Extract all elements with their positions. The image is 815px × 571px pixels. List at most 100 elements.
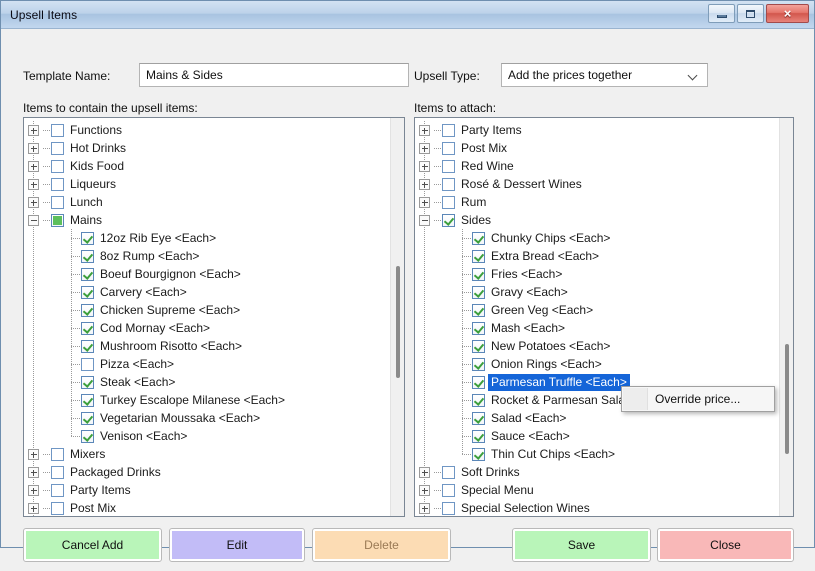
tree-node-checkbox[interactable] [442, 195, 455, 209]
tree-node[interactable]: Extra Bread <Each> [415, 247, 779, 265]
tree-node-checkbox[interactable] [51, 465, 64, 479]
minimize-button[interactable] [708, 4, 735, 23]
expand-icon[interactable] [24, 445, 43, 463]
expand-icon[interactable] [24, 193, 43, 211]
expand-icon[interactable] [415, 463, 434, 481]
maximize-button[interactable] [737, 4, 764, 23]
tree-node-checkbox[interactable] [51, 123, 64, 137]
tree-node-checkbox[interactable] [472, 411, 485, 425]
expand-icon[interactable] [415, 499, 434, 516]
tree-node-checkbox[interactable] [51, 213, 64, 227]
template-name-input[interactable] [139, 63, 409, 87]
tree-node[interactable]: Green Veg <Each> [415, 301, 779, 319]
tree-node[interactable]: Thin Cut Chips <Each> [415, 445, 779, 463]
tree-node-checkbox[interactable] [472, 321, 485, 335]
tree-node-checkbox[interactable] [442, 141, 455, 155]
tree-node-checkbox[interactable] [472, 249, 485, 263]
tree-node[interactable]: Sauce <Each> [415, 427, 779, 445]
tree-node-checkbox[interactable] [472, 393, 485, 407]
tree-node-checkbox[interactable] [472, 285, 485, 299]
upsell-type-select[interactable]: Add the prices together [501, 63, 708, 87]
tree-node[interactable]: Party Items [415, 121, 779, 139]
tree-node[interactable]: New Potatoes <Each> [415, 337, 779, 355]
edit-button[interactable]: Edit [169, 528, 305, 562]
left-tree-scrollbar[interactable] [390, 118, 404, 516]
tree-node-checkbox[interactable] [51, 447, 64, 461]
tree-node[interactable]: Special Menu [415, 481, 779, 499]
delete-button[interactable]: Delete [312, 528, 451, 562]
save-button[interactable]: Save [512, 528, 651, 562]
tree-node-checkbox[interactable] [51, 195, 64, 209]
close-dialog-button[interactable]: Close [657, 528, 794, 562]
tree-node[interactable]: Pizza <Each> [24, 355, 390, 373]
collapse-icon[interactable] [415, 211, 434, 229]
tree-node[interactable]: Chunky Chips <Each> [415, 229, 779, 247]
tree-node[interactable]: Party Items [24, 481, 390, 499]
tree-node[interactable]: Mash <Each> [415, 319, 779, 337]
expand-icon[interactable] [24, 499, 43, 516]
tree-node[interactable]: Lunch [24, 193, 390, 211]
tree-node[interactable]: 8oz Rump <Each> [24, 247, 390, 265]
tree-node[interactable]: Turkey Escalope Milanese <Each> [24, 391, 390, 409]
tree-node[interactable]: Red Wine [415, 157, 779, 175]
tree-node-checkbox[interactable] [51, 159, 64, 173]
expand-icon[interactable] [415, 175, 434, 193]
items-to-contain-tree[interactable]: Functions Hot Drinks Kids Food Liqueurs Lunc… [23, 117, 405, 517]
tree-node-checkbox[interactable] [81, 303, 94, 317]
expand-icon[interactable] [415, 121, 434, 139]
tree-node[interactable]: Onion Rings <Each> [415, 355, 779, 373]
tree-node-checkbox[interactable] [442, 177, 455, 191]
tree-node-checkbox[interactable] [51, 177, 64, 191]
tree-node-checkbox[interactable] [81, 321, 94, 335]
tree-node-checkbox[interactable] [442, 483, 455, 497]
tree-node[interactable]: Boeuf Bourgignon <Each> [24, 265, 390, 283]
tree-node-checkbox[interactable] [442, 465, 455, 479]
scrollbar-thumb[interactable] [396, 266, 400, 378]
tree-node[interactable]: Mixers [24, 445, 390, 463]
tree-node-checkbox[interactable] [472, 231, 485, 245]
expand-icon[interactable] [415, 139, 434, 157]
tree-node[interactable]: Rum [415, 193, 779, 211]
expand-icon[interactable] [24, 139, 43, 157]
tree-node[interactable]: Vegetarian Moussaka <Each> [24, 409, 390, 427]
tree-node[interactable]: Soft Drinks [415, 463, 779, 481]
items-to-attach-tree[interactable]: Party Items Post Mix Red Wine Rosé & Desser… [414, 117, 794, 517]
tree-node[interactable]: Mushroom Risotto <Each> [24, 337, 390, 355]
tree-node-checkbox[interactable] [81, 339, 94, 353]
tree-node-checkbox[interactable] [472, 339, 485, 353]
tree-node[interactable]: Post Mix [24, 499, 390, 516]
tree-node[interactable]: Cod Mornay <Each> [24, 319, 390, 337]
tree-node-checkbox[interactable] [81, 357, 94, 371]
expand-icon[interactable] [24, 175, 43, 193]
tree-node[interactable]: Kids Food [24, 157, 390, 175]
tree-node-checkbox[interactable] [442, 213, 455, 227]
scrollbar-thumb[interactable] [785, 344, 789, 454]
tree-node[interactable]: Mains [24, 211, 390, 229]
expand-icon[interactable] [24, 157, 43, 175]
tree-node-checkbox[interactable] [442, 159, 455, 173]
collapse-icon[interactable] [24, 211, 43, 229]
expand-icon[interactable] [415, 157, 434, 175]
tree-node-checkbox[interactable] [472, 429, 485, 443]
tree-node[interactable]: Fries <Each> [415, 265, 779, 283]
tree-node-checkbox[interactable] [51, 141, 64, 155]
tree-node[interactable]: Packaged Drinks [24, 463, 390, 481]
tree-node[interactable]: Sides [415, 211, 779, 229]
tree-node-checkbox[interactable] [81, 375, 94, 389]
tree-node-checkbox[interactable] [472, 303, 485, 317]
tree-node-checkbox[interactable] [472, 375, 485, 389]
tree-node-checkbox[interactable] [81, 249, 94, 263]
expand-icon[interactable] [24, 481, 43, 499]
tree-node-checkbox[interactable] [81, 411, 94, 425]
tree-node-checkbox[interactable] [81, 267, 94, 281]
tree-node[interactable]: Chicken Supreme <Each> [24, 301, 390, 319]
tree-node[interactable]: Rosé & Dessert Wines [415, 175, 779, 193]
context-menu-item-override-price[interactable]: Override price... [622, 387, 774, 411]
expand-icon[interactable] [415, 481, 434, 499]
tree-node-checkbox[interactable] [442, 501, 455, 515]
tree-node[interactable]: Hot Drinks [24, 139, 390, 157]
tree-node-checkbox[interactable] [81, 429, 94, 443]
tree-node-checkbox[interactable] [442, 123, 455, 137]
expand-icon[interactable] [24, 121, 43, 139]
tree-node[interactable]: Steak <Each> [24, 373, 390, 391]
